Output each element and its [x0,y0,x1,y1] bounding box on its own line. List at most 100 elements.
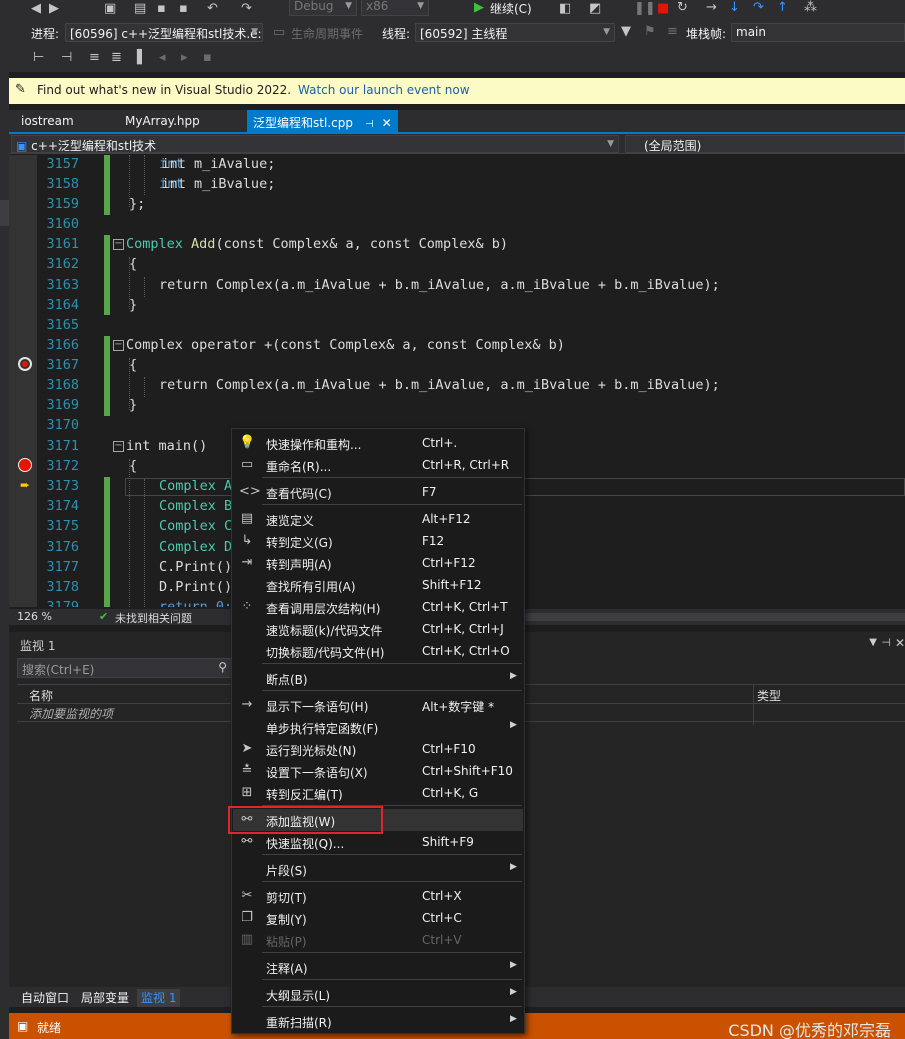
menu-item-rescan[interactable]: 重新扫描(R) ▶ [233,1010,523,1032]
save-icon[interactable]: ▪ [157,2,166,16]
collapse-toggle[interactable]: − [113,340,124,351]
comment-icon[interactable]: ≡ [89,51,100,65]
pause-icon[interactable]: ❚❚ [634,2,656,16]
menu-item-goto-declaration[interactable]: ⇥ 转到声明(A) Ctrl+F12 [233,552,523,574]
menu-item-cut[interactable]: ✂ 剪切(T) Ctrl+X [233,885,523,907]
change-marker [104,336,110,416]
code-token: (const Complex& a, const Complex& b) [215,236,509,252]
line-number: 3159 [46,196,79,212]
bookmark-icon[interactable]: ▌ [137,51,147,65]
menu-item-peek-header[interactable]: 速览标题(k)/代码文件 Ctrl+K, Ctrl+J [233,618,523,640]
clear-bookmarks-icon[interactable]: ▪ [203,51,212,65]
step-over-icon[interactable]: ↷ [753,1,764,15]
config-combo[interactable]: Debug ▼ [289,0,357,16]
menu-item-quick-watch[interactable]: ⚯ 快速监视(Q)... Shift+F9 [233,831,523,853]
indent-icon[interactable]: ⊣ [61,51,72,65]
menu-item-find-all-references[interactable]: 查找所有引用(A) Shift+F12 [233,574,523,596]
tab-watch-1[interactable]: 监视 1 [137,989,181,1007]
line-number: 3158 [46,176,79,192]
stackframe-combo[interactable]: main [731,23,905,42]
menu-item-peek-definition[interactable]: ▤ 速览定义 Alt+F12 [233,508,523,530]
scope-combo[interactable]: (全局范围) [625,135,905,153]
step-out-icon[interactable]: ↑ [777,1,788,15]
col-type[interactable]: 类型 [757,687,781,704]
col-name[interactable]: 名称 [29,687,53,704]
menu-item-copy[interactable]: ❐ 复制(Y) Ctrl+C [233,907,523,929]
platform-combo[interactable]: x86 ▼ [361,0,429,16]
stackframe-label: 堆栈帧: [686,27,727,41]
issues-status[interactable]: 未找到相关问题 [115,610,192,626]
stop-icon[interactable]: ■ [657,2,669,16]
continue-button[interactable]: 继续(C) [490,0,532,17]
line-number: 3176 [46,539,79,555]
menu-item-run-to-cursor[interactable]: ➤ 运行到光标处(N) Ctrl+F10 [233,738,523,760]
menu-item-quick-actions[interactable]: 💡 快速操作和重构... Ctrl+. [233,432,523,454]
show-next-statement-icon[interactable]: → [706,1,717,15]
menu-item-paste[interactable]: ▥ 粘贴(P) Ctrl+V [233,929,523,951]
prev-bookmark-icon[interactable]: ◂ [159,51,166,65]
hex-display-icon[interactable]: ⁂ [804,1,817,15]
tab-iostream[interactable]: iostream [9,110,86,132]
menu-item-goto-definition[interactable]: ↳ 转到定义(G) F12 [233,530,523,552]
lifecycle-icon: ▭ [273,25,286,40]
menu-item-view-code[interactable]: <> 查看代码(C) F7 [233,481,523,503]
close-icon[interactable]: ✕ [895,636,905,650]
process-combo[interactable]: [60596] c++泛型编程和stl技术.e: ▼ [65,23,263,42]
tab-autos[interactable]: 自动窗口 [17,989,73,1006]
code-line: } [129,297,138,313]
menu-item-goto-disassembly[interactable]: ⊞ 转到反汇编(T) Ctrl+K, G [233,782,523,804]
step-into-icon[interactable]: ↓ [729,1,740,15]
pin-icon[interactable]: ⊣ [365,119,374,130]
browse-icon[interactable]: ◧ [559,2,571,16]
menu-item-call-hierarchy[interactable]: ⁘ 查看调用层次结构(H) Ctrl+K, Ctrl+T [233,596,523,618]
collapse-toggle[interactable]: − [113,441,124,452]
menu-item-set-next-statement[interactable]: ≛ 设置下一条语句(X) Ctrl+Shift+F10 [233,760,523,782]
panel-dropdown-icon[interactable]: ▼ [869,637,877,648]
threads-icon[interactable]: ≡ [667,25,678,39]
save-all-icon[interactable]: ▪ [179,2,188,16]
debug-location-toolbar: 进程: [60596] c++泛型编程和stl技术.e: ▼ ▭ 生命周期事件 线… [9,20,905,45]
forward-icon[interactable]: ▶ [49,2,59,16]
open-folder-icon[interactable]: ▤ [134,2,146,16]
flag-threads-icon[interactable]: ⚑ [644,25,656,39]
submenu-arrow-icon: ▶ [510,862,517,872]
restart-icon[interactable]: ↻ [677,1,688,15]
menu-item-breakpoint[interactable]: 断点(B) ▶ [233,667,523,689]
menu-item-comment[interactable]: 注释(A) ▶ [233,956,523,978]
breakpoint-disabled-icon[interactable] [18,357,32,371]
change-marker [104,235,110,315]
project-combo[interactable]: ▣ c++泛型编程和stl技术 ▼ [11,135,619,153]
redo-icon[interactable]: ↷ [241,2,252,16]
banner-text: Find out what's new in Visual Studio 202… [37,83,292,97]
menu-item-show-next-statement[interactable]: → 显示下一条语句(H) Alt+数字键 * [233,694,523,716]
zoom-level[interactable]: 126 % [17,610,52,623]
line-number: 3168 [46,377,79,393]
lifecycle-events[interactable]: 生命周期事件 [291,25,363,42]
pin-icon[interactable]: ⊣ [881,636,891,649]
restart-app-icon[interactable]: ◩ [589,2,601,16]
menu-item-snippets[interactable]: 片段(S) ▶ [233,858,523,880]
breakpoint-margin[interactable] [9,155,37,607]
uncomment-icon[interactable]: ≣ [111,51,122,65]
outdent-icon[interactable]: ⊢ [33,51,44,65]
breakpoint-icon[interactable] [18,458,32,472]
filter-icon[interactable]: ▼ [621,25,631,39]
back-icon[interactable]: ◀ [31,2,41,16]
next-bookmark-icon[interactable]: ▸ [181,51,188,65]
watch-search-input[interactable]: 搜索(Ctrl+E) ⚲ [17,658,232,678]
thread-combo[interactable]: [60592] 主线程 ▼ [415,23,615,42]
banner-link[interactable]: Watch our launch event now [298,83,470,97]
menu-item-rename[interactable]: ▭ 重命名(R)... Ctrl+R, Ctrl+R [233,454,523,476]
collapse-toggle[interactable]: − [113,239,124,250]
close-icon[interactable]: ✕ [382,116,392,130]
undo-icon[interactable]: ↶ [207,2,218,16]
search-icon[interactable]: ⚲ [218,660,227,674]
tab-generic-stl-cpp[interactable]: 泛型编程和stl.cpp ⊣ ✕ [247,110,398,132]
menu-item-toggle-header[interactable]: 切换标题/代码文件(H) Ctrl+K, Ctrl+O [233,640,523,662]
menu-item-outlining[interactable]: 大纲显示(L) ▶ [233,983,523,1005]
new-item-icon[interactable]: ▣ [104,2,116,16]
menu-item-step-into-specific[interactable]: 单步执行特定函数(F) ▶ [233,716,523,738]
tab-myarray[interactable]: MyArray.hpp [113,110,212,132]
continue-icon: ▶ [474,0,484,15]
tab-locals[interactable]: 局部变量 [77,989,133,1006]
